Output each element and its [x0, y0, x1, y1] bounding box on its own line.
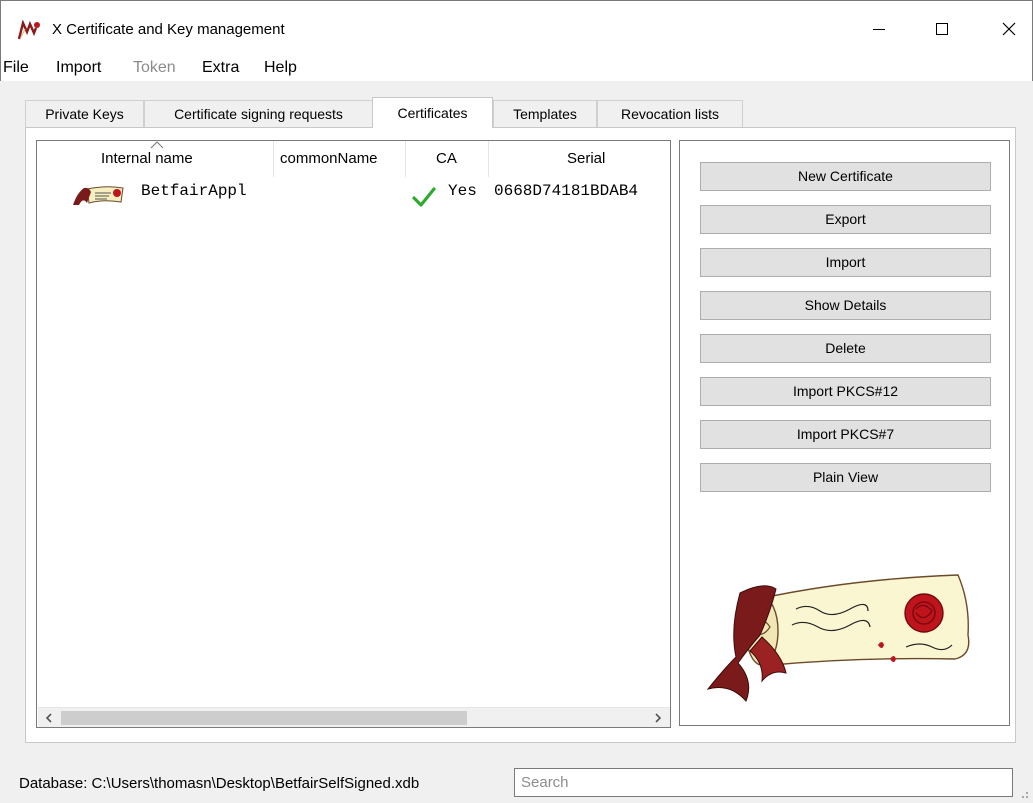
- column-header-ca[interactable]: CA: [406, 141, 489, 177]
- import-pkcs7-button[interactable]: Import PKCS#7: [700, 420, 991, 449]
- menu-file[interactable]: File: [3, 59, 29, 77]
- scroll-left-button[interactable]: [38, 708, 60, 727]
- menu-bar: File Import Token Extra Help: [0, 56, 1033, 81]
- chevron-left-icon: [45, 713, 52, 723]
- minimize-button[interactable]: [856, 1, 902, 57]
- import-button[interactable]: Import: [700, 248, 991, 277]
- maximize-icon: [936, 23, 948, 35]
- tab-templates[interactable]: Templates: [493, 100, 597, 127]
- cell-internal-name: BetfairAppl: [141, 182, 247, 200]
- database-path: Database: C:\Users\thomasn\Desktop\Betfa…: [19, 775, 420, 792]
- resize-grip-icon[interactable]: [1016, 786, 1030, 800]
- tab-private-keys[interactable]: Private Keys: [25, 100, 144, 127]
- close-button[interactable]: [986, 1, 1032, 57]
- tab-certificates[interactable]: Certificates: [372, 97, 493, 128]
- cell-ca: Yes: [448, 182, 477, 200]
- import-pkcs12-button[interactable]: Import PKCS#12: [700, 377, 991, 406]
- menu-help[interactable]: Help: [264, 59, 297, 77]
- chevron-right-icon: [655, 713, 662, 723]
- cell-serial: 0668D74181BDAB4: [494, 182, 639, 200]
- show-details-button[interactable]: Show Details: [700, 291, 991, 320]
- tab-revocation-lists[interactable]: Revocation lists: [597, 100, 743, 127]
- certificate-scroll-logo: [706, 574, 970, 702]
- column-header-label: CA: [436, 150, 457, 167]
- column-header-label: commonName: [280, 150, 378, 167]
- plain-view-button[interactable]: Plain View: [700, 463, 991, 492]
- close-icon: [1002, 22, 1016, 36]
- maximize-button[interactable]: [919, 1, 965, 57]
- certificate-list[interactable]: Internal name commonName CA Serial Betfa…: [36, 140, 671, 728]
- title-bar[interactable]: X Certificate and Key management: [0, 0, 1033, 56]
- tab-certificate-signing-requests[interactable]: Certificate signing requests: [144, 100, 373, 127]
- action-panel: New Certificate Export Import Show Detai…: [679, 140, 1010, 726]
- horizontal-scrollbar[interactable]: [38, 707, 670, 727]
- certificate-icon: [73, 186, 124, 205]
- minimize-icon: [873, 29, 885, 30]
- column-header-internal-name[interactable]: Internal name: [37, 141, 274, 177]
- window-title: X Certificate and Key management: [52, 21, 285, 38]
- app-icon: [18, 20, 40, 40]
- column-header-serial[interactable]: Serial: [489, 141, 670, 177]
- check-icon: [412, 187, 436, 207]
- column-header-label: Internal name: [101, 150, 193, 167]
- status-bar: Database: C:\Users\thomasn\Desktop\Betfa…: [0, 760, 1033, 803]
- delete-button[interactable]: Delete: [700, 334, 991, 363]
- scroll-right-button[interactable]: [647, 708, 669, 727]
- new-certificate-button[interactable]: New Certificate: [700, 162, 991, 191]
- scroll-thumb[interactable]: [61, 711, 467, 725]
- column-header-label: Serial: [567, 150, 606, 167]
- table-row[interactable]: BetfairAppl Yes 0668D74181BDAB4: [37, 177, 670, 209]
- column-header-common-name[interactable]: commonName: [274, 141, 406, 177]
- list-header: Internal name commonName CA Serial: [37, 141, 670, 177]
- menu-token[interactable]: Token: [133, 59, 176, 77]
- menu-extra[interactable]: Extra: [202, 59, 239, 77]
- menu-import[interactable]: Import: [56, 59, 101, 77]
- search-input[interactable]: [514, 768, 1013, 797]
- export-button[interactable]: Export: [700, 205, 991, 234]
